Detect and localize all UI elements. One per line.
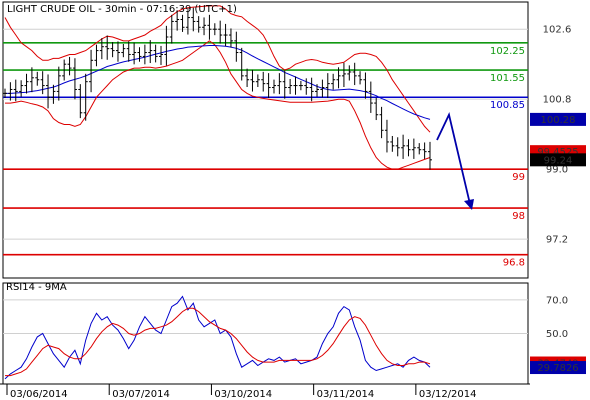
date-tick-label: 03/06/2014 — [10, 389, 68, 400]
price-marker-label: 100.28 — [541, 115, 576, 126]
rsi-chart-title: RSI14 - 9MA — [6, 282, 67, 293]
price-y-tick-label: 97.2 — [546, 235, 568, 246]
price-y-axis-ticks: 102.6100.899.097.2 — [543, 25, 572, 246]
date-tick-label: 03/11/2014 — [317, 389, 375, 400]
price-y-tick-label: 102.6 — [543, 25, 572, 36]
rsi-y-tick-label: 70.0 — [546, 295, 568, 306]
date-tick-label: 03/12/2014 — [419, 389, 477, 400]
rsi-y-tick-label: 50.0 — [546, 329, 568, 340]
level-label: 98 — [512, 211, 525, 222]
level-label: 102.25 — [490, 46, 525, 57]
crude-oil-chart: LIGHT CRUDE OIL - 30min - 07:16:39 (UTC+… — [0, 1, 586, 400]
level-label: 96.8 — [503, 258, 525, 269]
rsi-marker-label: 29.7826 — [537, 363, 578, 374]
level-label: 99 — [512, 172, 525, 183]
price-chart-title: LIGHT CRUDE OIL - 30min - 07:16:39 (UTC+… — [7, 4, 237, 15]
price-marker-label: 99.24 — [544, 155, 573, 166]
level-label: 101.55 — [490, 73, 525, 84]
level-label: 100.85 — [490, 100, 525, 111]
date-axis-ticks: 03/06/2014 03/07/2014 03/10/2014 03/11/2014… — [6, 384, 477, 400]
rsi-y-axis-ticks: 70.0 50.0 — [546, 295, 568, 340]
date-tick-label: 03/10/2014 — [214, 389, 272, 400]
price-y-tick-label: 100.8 — [543, 95, 572, 106]
date-tick-label: 03/07/2014 — [112, 389, 170, 400]
